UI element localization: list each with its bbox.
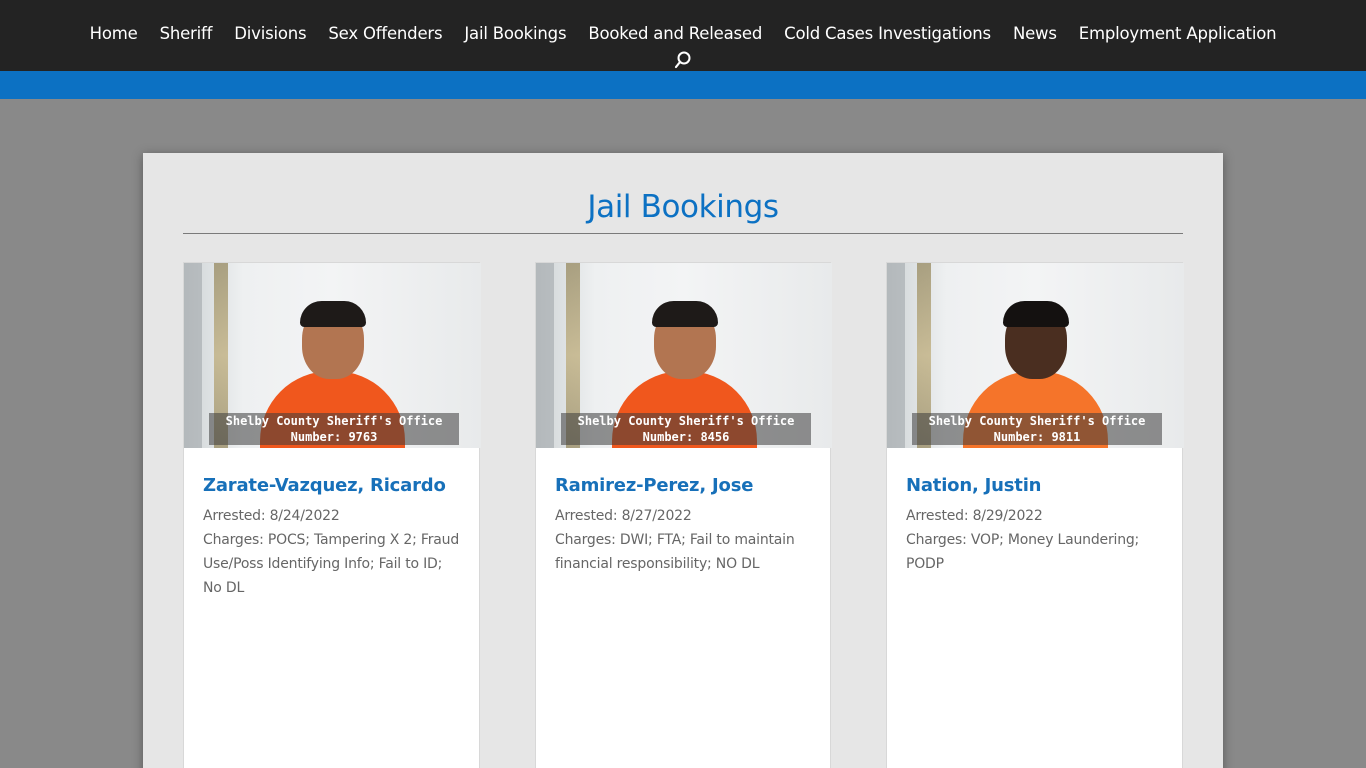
charges-text: Charges: POCS; Tampering X 2; Fraud Use/… [203,532,460,596]
nav-item-sex-offenders[interactable]: Sex Offenders [317,24,453,43]
search-button[interactable] [673,50,693,70]
title-divider [183,233,1183,234]
photo-caption-number: Number: 9811 [993,430,1081,444]
nav-menu: Home Sheriff Divisions Sex Offenders Jai… [0,24,1366,43]
booking-card: Shelby County Sheriff's Office Number: 9… [183,262,481,768]
mugshot-photo[interactable]: Shelby County Sheriff's Office Number: 9… [887,263,1184,448]
nav-item-sheriff[interactable]: Sheriff [149,24,224,43]
arrested-date: Arrested: 8/27/2022 [555,508,692,524]
nav-item-news[interactable]: News [1002,24,1068,43]
search-icon [674,51,691,69]
charges-text: Charges: VOP; Money Laundering; PODP [906,532,1140,572]
header-accent-bar [0,71,1366,99]
booking-info: Nation, Justin Arrested: 8/29/2022 Charg… [887,448,1182,576]
photo-hair [652,301,718,327]
inmate-name-link[interactable]: Zarate-Vazquez, Ricardo [203,475,460,496]
nav-item-cold-cases[interactable]: Cold Cases Investigations [773,24,1002,43]
nav-item-home[interactable]: Home [79,24,149,43]
photo-wall-shade [184,263,202,448]
photo-caption-office: Shelby County Sheriff's Office [225,414,443,428]
photo-hair [300,301,366,327]
photo-caption: Shelby County Sheriff's Office Number: 9… [209,413,459,445]
photo-caption-office: Shelby County Sheriff's Office [928,414,1146,428]
photo-wall-shade [887,263,905,448]
booking-card: Shelby County Sheriff's Office Number: 9… [886,262,1184,768]
arrested-date: Arrested: 8/29/2022 [906,508,1043,524]
booking-card: Shelby County Sheriff's Office Number: 8… [535,262,832,768]
photo-caption: Shelby County Sheriff's Office Number: 8… [561,413,811,445]
nav-item-booked-and-released[interactable]: Booked and Released [577,24,773,43]
page-title: Jail Bookings [587,189,779,225]
photo-wall-shade [536,263,554,448]
nav-item-employment-application[interactable]: Employment Application [1068,24,1288,43]
booking-info: Ramirez-Perez, Jose Arrested: 8/27/2022 … [536,448,830,576]
mugshot-photo[interactable]: Shelby County Sheriff's Office Number: 9… [184,263,481,448]
photo-hair [1003,301,1069,327]
inmate-name-link[interactable]: Nation, Justin [906,475,1163,496]
arrested-date: Arrested: 8/24/2022 [203,508,340,524]
photo-caption: Shelby County Sheriff's Office Number: 9… [912,413,1162,445]
top-navigation: Home Sheriff Divisions Sex Offenders Jai… [0,0,1366,71]
inmate-name-link[interactable]: Ramirez-Perez, Jose [555,475,811,496]
charges-text: Charges: DWI; FTA; Fail to maintain fina… [555,532,795,572]
nav-item-jail-bookings[interactable]: Jail Bookings [453,24,577,43]
photo-caption-number: Number: 9763 [290,430,378,444]
photo-caption-number: Number: 8456 [642,430,730,444]
photo-caption-office: Shelby County Sheriff's Office [577,414,795,428]
mugshot-photo[interactable]: Shelby County Sheriff's Office Number: 8… [536,263,832,448]
booking-info: Zarate-Vazquez, Ricardo Arrested: 8/24/2… [184,448,479,600]
content-panel: Jail Bookings Shelby County Sheriff's Of… [143,153,1223,768]
nav-item-divisions[interactable]: Divisions [223,24,317,43]
